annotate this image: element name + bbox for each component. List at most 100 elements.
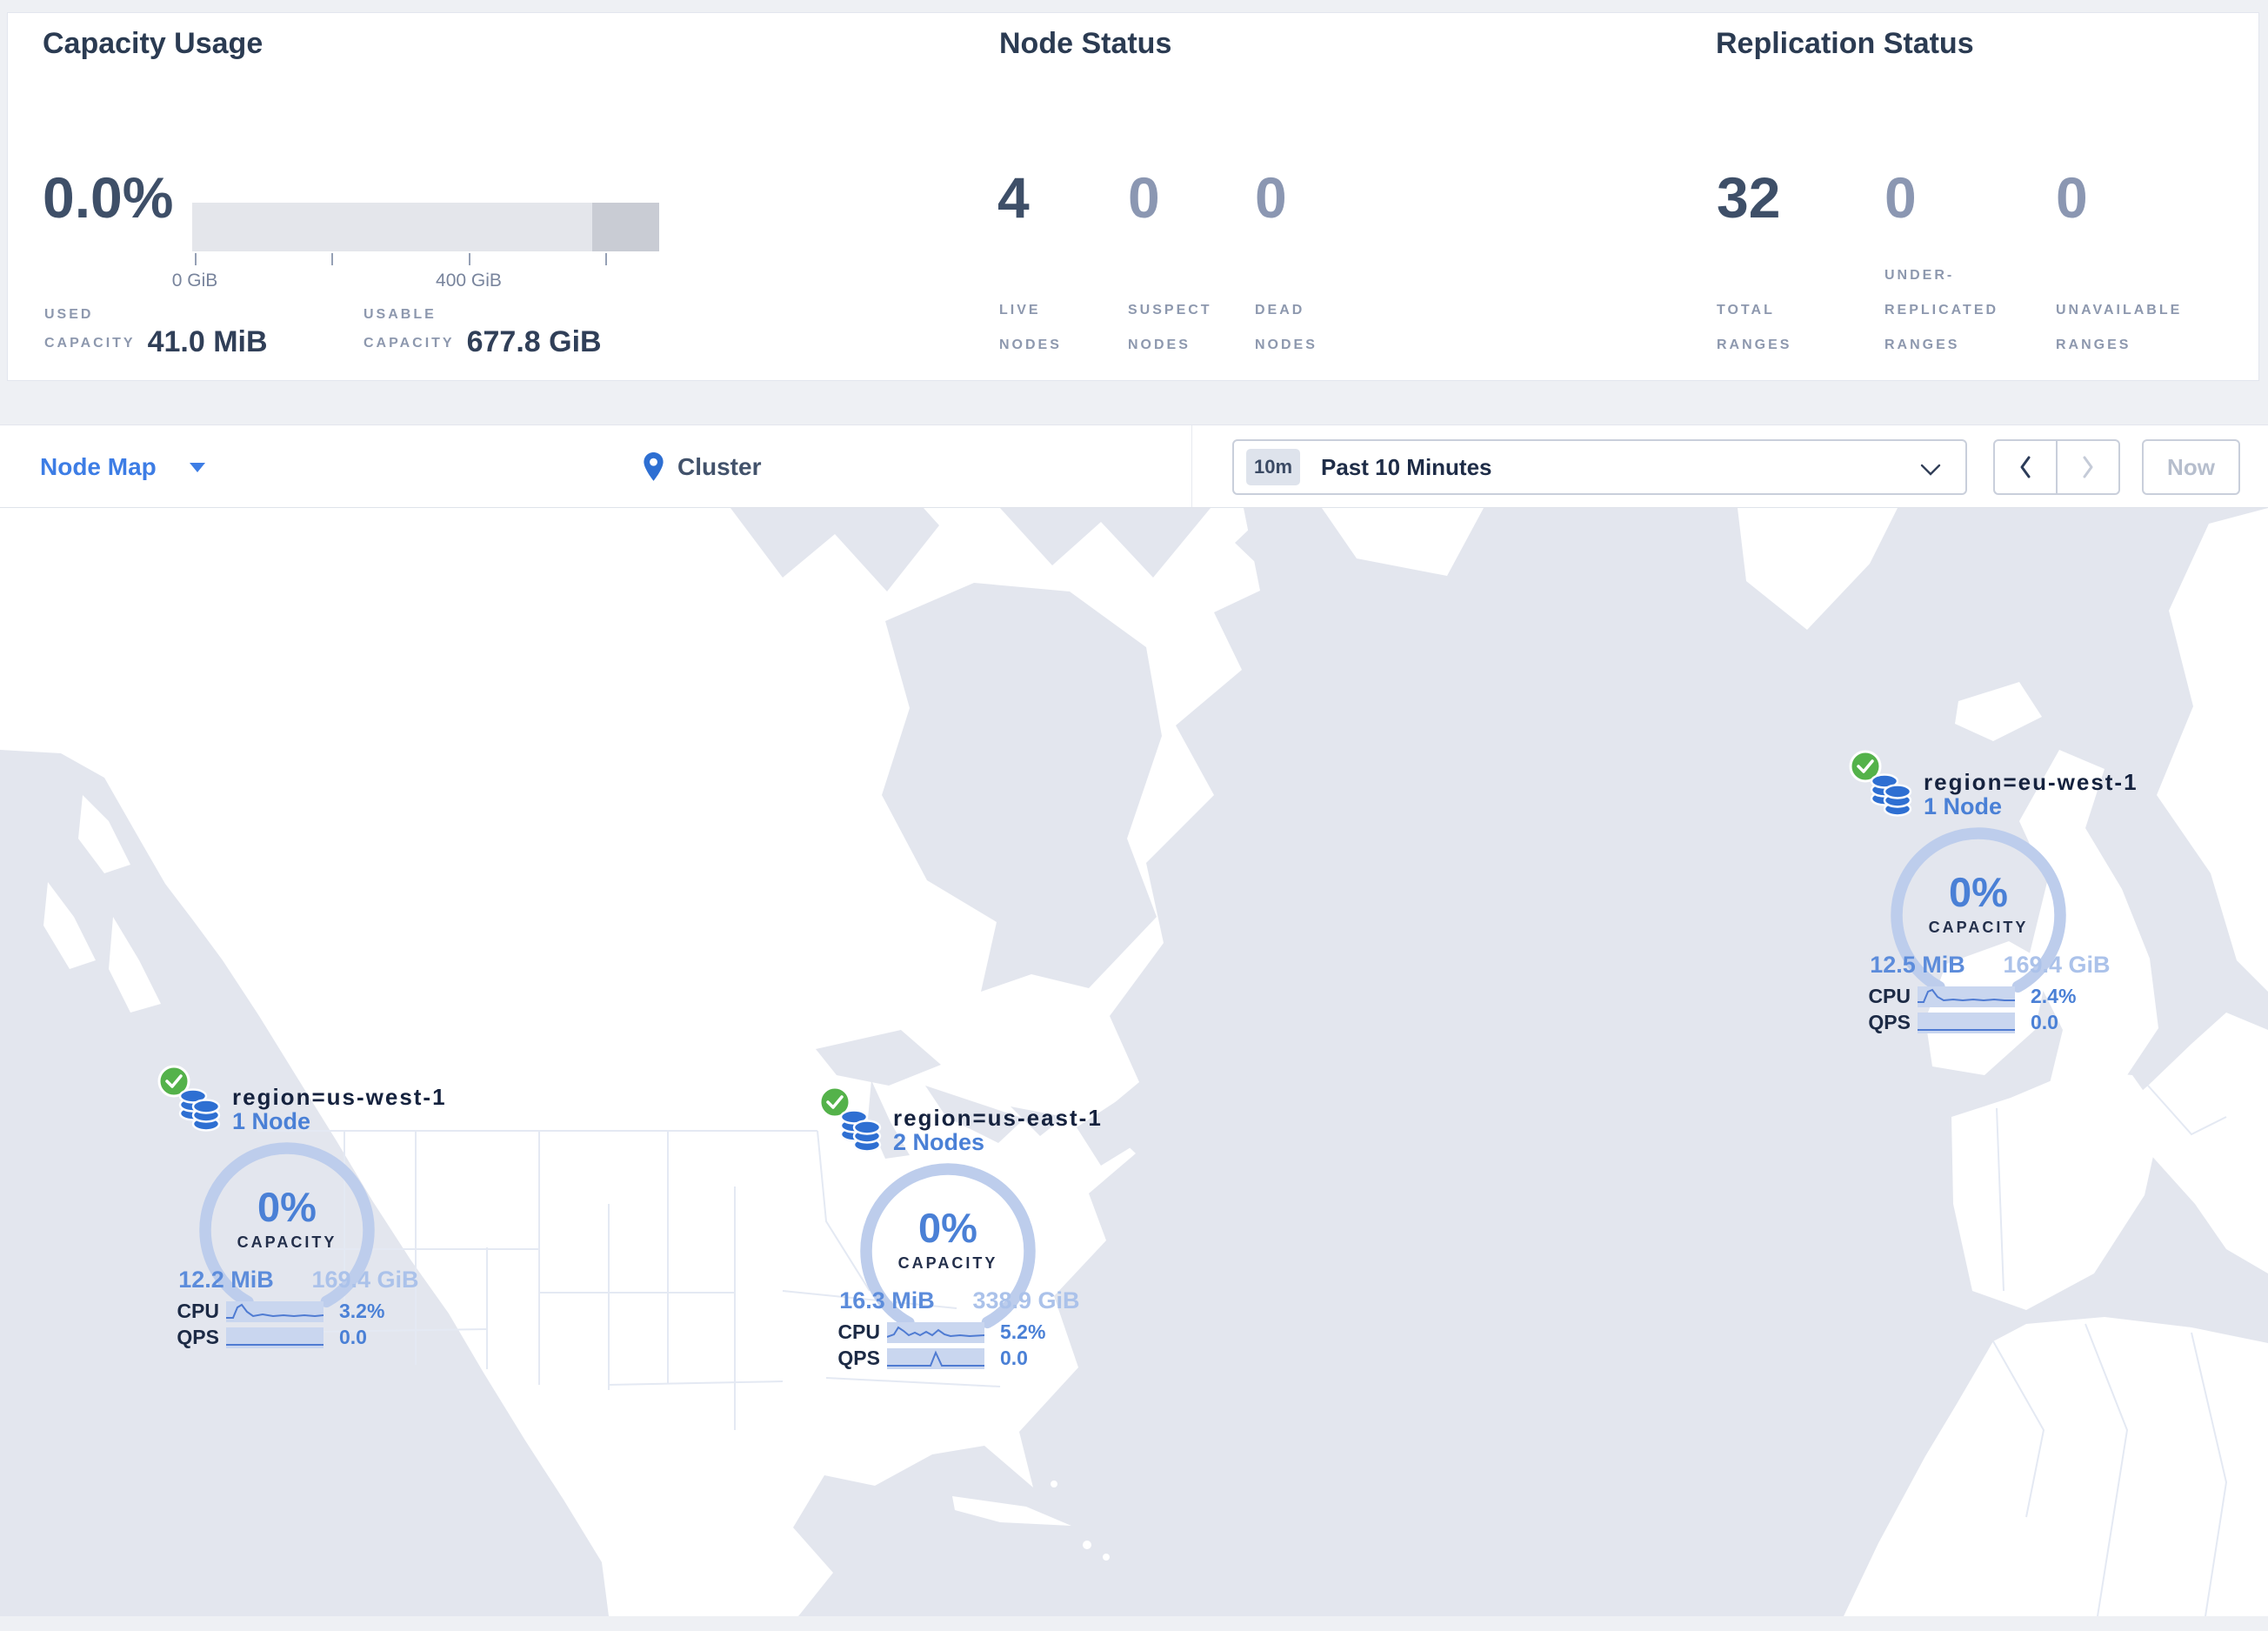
live-nodes-label: LIVE NODES xyxy=(999,303,1062,352)
under-replicated-label: UNDER- REPLICATED RANGES xyxy=(1884,268,1999,352)
region-name: region=us-west-1 xyxy=(232,1084,447,1110)
total-capacity-value: 169.4 GiB xyxy=(311,1267,419,1293)
total-capacity-value: 338.9 GiB xyxy=(972,1287,1080,1313)
time-nav-arrows xyxy=(1993,439,2120,495)
used-capacity-value: 12.5 MiB xyxy=(1870,952,1965,978)
replication-status-title: Replication Status xyxy=(1716,27,1974,60)
cpu-value: 3.2% xyxy=(339,1300,385,1322)
used-capacity-value: 41.0 MiB xyxy=(147,325,268,358)
used-capacity-metric: USED CAPACITY 41.0 MiB xyxy=(44,300,268,358)
cpu-sparkline xyxy=(1918,986,2015,1007)
node-map-page: Capacity Usage 0.0% 0 GiB 400 GiB USED C… xyxy=(0,0,2268,1631)
time-range-selector[interactable]: 10m Past 10 Minutes xyxy=(1232,439,1967,495)
used-capacity-value: 12.2 MiB xyxy=(178,1267,274,1293)
capacity-donut xyxy=(860,1163,1036,1339)
capacity-axis-tick xyxy=(195,253,197,265)
qps-value: 0.0 xyxy=(2031,1011,2058,1033)
qps-value: 0.0 xyxy=(1000,1347,1028,1369)
capacity-usage-title: Capacity Usage xyxy=(43,27,263,60)
toolbar-divider xyxy=(1191,425,1192,507)
database-icon xyxy=(178,1088,221,1132)
time-range-label: Past 10 Minutes xyxy=(1321,453,1492,480)
cpu-sparkline xyxy=(226,1300,324,1322)
database-icon xyxy=(839,1109,882,1153)
cpu-row: CPU 2.4% xyxy=(1848,985,2126,1008)
capacity-percent: 0% xyxy=(918,1205,977,1251)
breadcrumb[interactable]: Cluster xyxy=(642,425,761,509)
total-ranges-count: 32 xyxy=(1717,165,1781,230)
usable-capacity-label: USABLE CAPACITY xyxy=(364,307,455,351)
qps-row: QPS 0.0 xyxy=(1848,1011,2126,1034)
chevron-right-icon xyxy=(2083,456,2093,478)
node-status-title: Node Status xyxy=(999,27,1172,60)
chevron-left-icon xyxy=(2020,456,2031,478)
capacity-axis-tick xyxy=(469,253,470,265)
qps-row: QPS 0.0 xyxy=(817,1347,1096,1370)
capacity-bar xyxy=(192,203,659,251)
chevron-down-icon xyxy=(189,462,205,472)
capacity-label: CAPACITY xyxy=(897,1254,998,1272)
chevron-down-icon xyxy=(1920,464,1941,476)
map-toolbar: Node Map Cluster 10m Past 10 Minutes Now xyxy=(0,424,2268,508)
cluster-summary-panel: Capacity Usage 0.0% 0 GiB 400 GiB USED C… xyxy=(7,12,2259,381)
qps-row: QPS 0.0 xyxy=(157,1326,435,1349)
suspect-nodes-label: SUSPECT NODES xyxy=(1128,303,1212,352)
region-name: region=eu-west-1 xyxy=(1924,769,2138,795)
region-node-count: 2 Nodes xyxy=(893,1129,985,1155)
database-icon xyxy=(1870,773,1912,817)
cpu-label: CPU xyxy=(1868,985,1911,1007)
dead-nodes-count: 0 xyxy=(1255,165,1287,230)
qps-label: QPS xyxy=(1868,1011,1911,1033)
region-node-count: 1 Node xyxy=(1924,793,2003,819)
time-prev-button[interactable] xyxy=(1995,441,2058,493)
qps-label: QPS xyxy=(837,1347,880,1369)
qps-sparkline xyxy=(887,1347,984,1369)
dead-nodes-label: DEAD NODES xyxy=(1255,303,1317,352)
usable-capacity-metric: USABLE CAPACITY 677.8 GiB xyxy=(364,300,602,358)
cpu-sparkline xyxy=(887,1321,984,1343)
cpu-label: CPU xyxy=(177,1300,219,1322)
cpu-label: CPU xyxy=(837,1320,880,1343)
cpu-row: CPU 5.2% xyxy=(817,1320,1096,1344)
capacity-axis-tick xyxy=(331,253,333,265)
capacity-donut xyxy=(199,1142,375,1318)
world-map xyxy=(0,508,2268,1616)
total-capacity-value: 169.4 GiB xyxy=(2003,952,2111,978)
qps-value: 0.0 xyxy=(339,1326,367,1348)
breadcrumb-label: Cluster xyxy=(677,453,762,480)
qps-sparkline xyxy=(1918,1012,2015,1033)
unavailable-count: 0 xyxy=(2056,165,2088,230)
region-name: region=us-east-1 xyxy=(893,1105,1103,1131)
suspect-nodes-count: 0 xyxy=(1128,165,1160,230)
map-pin-icon xyxy=(644,452,664,481)
usable-capacity-value: 677.8 GiB xyxy=(466,325,602,358)
total-ranges-label: TOTAL RANGES xyxy=(1717,303,1792,352)
used-capacity-label: USED CAPACITY xyxy=(44,307,136,351)
capacity-donut xyxy=(1891,827,2066,1003)
live-nodes-count: 4 xyxy=(997,165,1030,230)
view-selector-label: Node Map xyxy=(40,453,157,480)
capacity-percent: 0% xyxy=(257,1184,317,1230)
qps-sparkline xyxy=(226,1327,324,1348)
used-capacity-value: 16.3 MiB xyxy=(839,1287,935,1313)
cpu-row: CPU 3.2% xyxy=(157,1300,435,1323)
capacity-label: CAPACITY xyxy=(1928,919,2029,936)
time-range-badge: 10m xyxy=(1246,449,1300,485)
capacity-axis-label: 0 GiB xyxy=(171,271,218,291)
capacity-axis-label: 400 GiB xyxy=(436,271,502,291)
time-next-button[interactable] xyxy=(2058,441,2118,493)
capacity-percent: 0% xyxy=(1949,869,2008,915)
capacity-axis-tick xyxy=(605,253,607,265)
cpu-value: 5.2% xyxy=(1000,1320,1046,1343)
under-replicated-count: 0 xyxy=(1884,165,1917,230)
qps-label: QPS xyxy=(177,1326,219,1348)
capacity-percent: 0.0% xyxy=(43,165,174,230)
cpu-value: 2.4% xyxy=(2031,985,2077,1007)
region-node-count: 1 Node xyxy=(232,1108,311,1134)
unavailable-label: UNAVAILABLE RANGES xyxy=(2056,303,2183,352)
now-button[interactable]: Now xyxy=(2142,439,2240,495)
capacity-bar-used-segment xyxy=(592,203,659,251)
view-selector[interactable]: Node Map xyxy=(40,425,205,509)
node-map: 0% CAPACITY 12.2 MiB 169.4 GiB CPU 3.2% … xyxy=(0,508,2268,1616)
capacity-label: CAPACITY xyxy=(237,1233,337,1251)
